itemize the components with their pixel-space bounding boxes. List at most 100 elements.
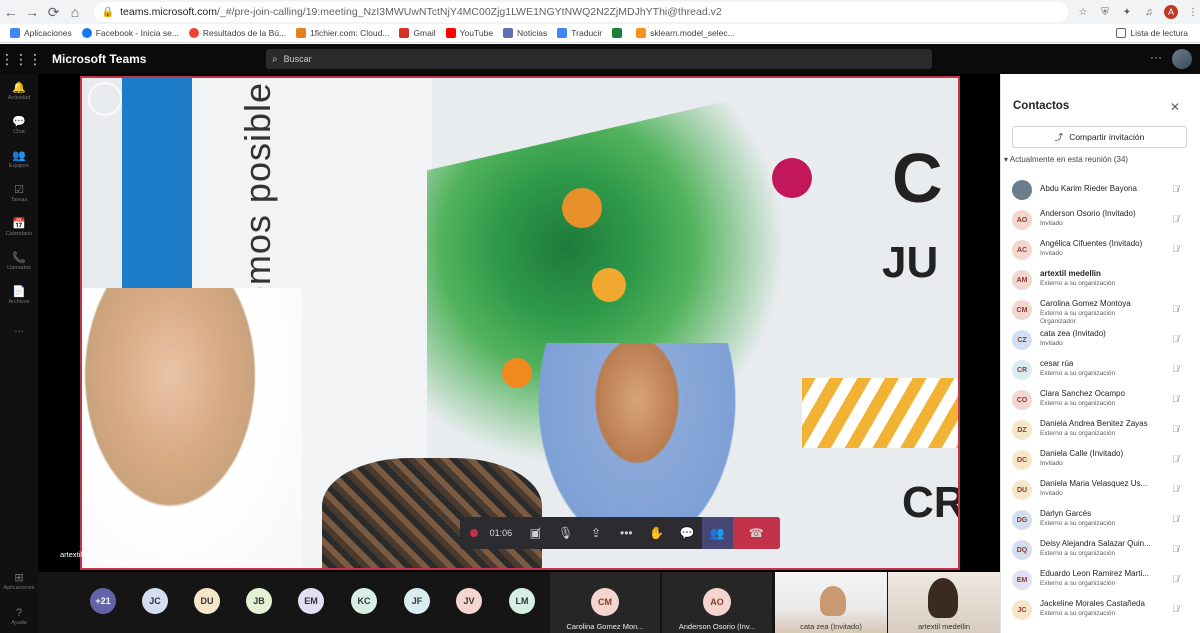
- participant-avatar[interactable]: KC: [351, 588, 377, 614]
- participant-row[interactable]: AO Anderson Osorio (Invitado) Invitado 🎙̸: [1012, 204, 1194, 234]
- bookmark-facebook[interactable]: Facebook - Inicia se...: [81, 28, 179, 38]
- menu-kebab-icon[interactable]: ⋮: [1186, 5, 1200, 19]
- profile-avatar[interactable]: A: [1163, 5, 1178, 19]
- participant-name: Deisy Alejandra Salazar Quin...: [1040, 539, 1151, 548]
- participant-row[interactable]: DU Daniela Maria Velasquez Us... Invitado 🎙…: [1012, 474, 1194, 504]
- participant-row[interactable]: JC Jackeline Morales Castañeda Externo a s…: [1012, 594, 1194, 624]
- search-input[interactable]: ⌕ Buscar: [266, 49, 932, 69]
- camera-off-icon[interactable]: ▣̸: [520, 517, 550, 549]
- address-bar[interactable]: 🔒 teams.microsoft.com /_#/pre-join-calli…: [93, 2, 1068, 22]
- extension-puzzle-icon[interactable]: ✦: [1120, 5, 1134, 19]
- reload-icon[interactable]: ⟳: [43, 1, 64, 23]
- news-icon: [503, 28, 514, 38]
- reading-list[interactable]: Lista de lectura: [1116, 28, 1188, 38]
- in-meeting-section[interactable]: ▾ Actualmente en esta reunión (34): [1004, 155, 1128, 164]
- participant-status: Externo a su organización: [1040, 280, 1116, 287]
- more-options-icon[interactable]: ···: [1150, 50, 1162, 64]
- bookmark-news[interactable]: Noticias: [503, 28, 547, 38]
- participant-avatar: DZ: [1012, 420, 1032, 440]
- forward-icon[interactable]: →: [21, 1, 42, 23]
- participant-avatar[interactable]: DU: [194, 588, 220, 614]
- app-title: Microsoft Teams: [52, 52, 147, 66]
- bookmark-sklearn-a[interactable]: [612, 28, 626, 38]
- participant-avatar[interactable]: EM: [298, 588, 324, 614]
- rail-teams[interactable]: 👥 Equipos: [0, 142, 38, 176]
- home-icon[interactable]: ⌂: [64, 1, 85, 23]
- participant-avatar[interactable]: JV: [456, 588, 482, 614]
- rail-calls[interactable]: 📞 Llamadas: [0, 244, 38, 278]
- rail-files[interactable]: 📄 Archivos: [0, 278, 38, 312]
- hang-up-button[interactable]: ☎: [732, 517, 780, 549]
- participant-status: Invitado: [1040, 490, 1063, 497]
- participant-avatar[interactable]: JC: [142, 588, 168, 614]
- bookmark-sklearn[interactable]: sklearn.model_selec...: [636, 28, 735, 38]
- participant-row[interactable]: DZ Daniela Andrea Benitez Zayas Externo a …: [1012, 414, 1194, 444]
- participant-tile[interactable]: CM Carolina Gomez Mon...: [550, 572, 660, 633]
- participant-row[interactable]: DG Darlyn Garcés Externo a su organización…: [1012, 504, 1194, 534]
- call-timer: 01:06: [489, 528, 513, 538]
- rail-calendar[interactable]: 📅 Calendario: [0, 210, 38, 244]
- mic-muted-icon: 🎙̸: [1172, 514, 1179, 524]
- video-thumbnail[interactable]: artextil medellin: [888, 572, 1000, 633]
- 1fichier-icon: [296, 28, 307, 38]
- participant-row[interactable]: EM Eduardo Leon Ramirez Marti... Externo a…: [1012, 564, 1194, 594]
- bookmark-youtube[interactable]: YouTube: [445, 28, 493, 38]
- participant-tile[interactable]: AO Anderson Osorio (Inv...: [662, 572, 772, 633]
- rail-more[interactable]: ...: [0, 312, 38, 346]
- bookmark-1fichier[interactable]: 1fichier.com: Cloud...: [296, 28, 389, 38]
- mic-off-icon[interactable]: 🎙: [550, 517, 580, 549]
- video-thumbnail[interactable]: cata zea (Invitado): [775, 572, 887, 633]
- bookmark-apps[interactable]: Aplicaciones: [10, 28, 72, 38]
- back-icon[interactable]: ←: [0, 1, 21, 23]
- recording-icon: [470, 529, 478, 537]
- rail-tasks[interactable]: ☑ Tareas: [0, 176, 38, 210]
- share-screen-icon[interactable]: ⇪: [581, 517, 611, 549]
- extension-shield-icon[interactable]: ⛨: [1098, 5, 1112, 19]
- participant-avatar[interactable]: JB: [246, 588, 272, 614]
- translate-icon: [557, 28, 568, 38]
- user-avatar[interactable]: [1172, 49, 1192, 69]
- rail-chat[interactable]: 💬 Chat: [0, 108, 38, 142]
- participant-row[interactable]: DC Daniela Calle (Invitado) Invitado 🎙̸: [1012, 444, 1194, 474]
- tile-avatar: AO: [703, 588, 731, 616]
- participant-row[interactable]: CM Carolina Gomez Montoya Externo a su org…: [1012, 294, 1194, 325]
- bookmark-translate[interactable]: Traducir: [557, 28, 602, 38]
- rail-help[interactable]: ? Ayuda: [0, 599, 38, 633]
- participant-status: Invitado: [1040, 250, 1063, 257]
- participant-row[interactable]: CZ cata zea (Invitado) Invitado 🎙̸: [1012, 324, 1194, 354]
- more-participants-avatar[interactable]: +21: [90, 588, 116, 614]
- teams-header: ⋮⋮⋮ Microsoft Teams ⌕ Buscar ···: [0, 44, 1200, 74]
- participant-row[interactable]: CO Clara Sanchez Ocampo Externo a su organ…: [1012, 384, 1194, 414]
- help-icon: ?: [15, 606, 23, 619]
- raise-hand-icon[interactable]: ✋: [642, 517, 672, 549]
- participant-avatar[interactable]: LM: [509, 588, 535, 614]
- bookmark-google[interactable]: Resultados de la Bú...: [188, 28, 286, 38]
- participant-row[interactable]: Abdu Karim Rieder Bayona 🎙̸: [1012, 174, 1194, 204]
- star-icon[interactable]: ☆: [1076, 5, 1090, 19]
- participant-row[interactable]: AM artextil medellin Externo a su organiza…: [1012, 264, 1194, 294]
- rail-activity[interactable]: 🔔 Actividad: [0, 74, 38, 108]
- participant-row[interactable]: CR cesar rúa Externo a su organización 🎙̸: [1012, 354, 1194, 384]
- more-actions-icon[interactable]: •••: [611, 517, 641, 549]
- close-icon[interactable]: ✕: [1170, 100, 1180, 114]
- participant-row[interactable]: DQ Deisy Alejandra Salazar Quin... Externo…: [1012, 534, 1194, 564]
- search-icon: ⌕: [272, 53, 278, 65]
- participant-avatar: AM: [1012, 270, 1032, 290]
- media-icon[interactable]: ♫: [1142, 5, 1156, 19]
- participant-status: Externo a su organización: [1040, 580, 1116, 587]
- participant-row[interactable]: AC Angélica Cifuentes (Invitado) Invitado 🎙…: [1012, 234, 1194, 264]
- browser-toolbar: ← → ⟳ ⌂ 🔒 teams.microsoft.com /_#/pre-jo…: [0, 0, 1200, 24]
- participants-icon[interactable]: 👥: [702, 517, 733, 549]
- thumb-person: [928, 578, 958, 618]
- participant-avatar[interactable]: JF: [404, 588, 430, 614]
- participant-name: Daniela Maria Velasquez Us...: [1040, 479, 1148, 488]
- chat-toggle-icon[interactable]: 💬: [672, 517, 702, 549]
- search-placeholder: Buscar: [283, 54, 312, 64]
- main-video[interactable]: JUNTOS lo hacemos posible C JU CR: [80, 76, 960, 570]
- rail-apps[interactable]: ⊞ Aplicaciones: [0, 564, 38, 598]
- wall-lettering: CR: [902, 478, 960, 527]
- app-launcher-icon[interactable]: ⋮⋮⋮: [0, 51, 42, 68]
- share-invite-button[interactable]: ⤴ Compartir invitación: [1012, 126, 1187, 148]
- bookmark-gmail[interactable]: Gmail: [399, 28, 436, 38]
- share-icon: ⤴: [1054, 132, 1064, 142]
